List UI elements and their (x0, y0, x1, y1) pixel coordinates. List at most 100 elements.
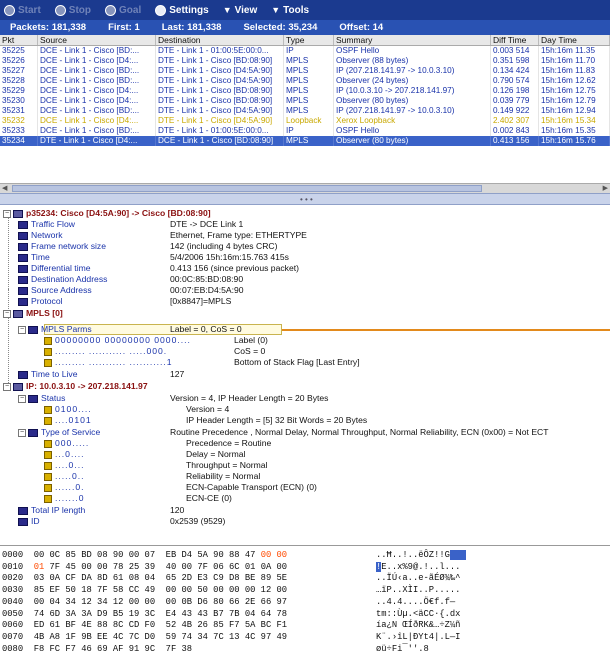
tos-ce-bits[interactable]: .......0 (44, 493, 85, 504)
hex-dump-pane[interactable]: 0000 00 0C 85 BD 08 90 00 07 EB D4 5A 90… (0, 545, 610, 654)
tos-precedence-bits[interactable]: 000..... (44, 438, 89, 449)
id-field[interactable]: ID (18, 516, 40, 527)
column-header[interactable]: Diff Time (491, 35, 539, 45)
column-header[interactable]: Pkt (0, 35, 38, 45)
packet-cell: DTE - Link 1 - Cisco [BD:08:90] (156, 56, 284, 66)
ascii-text: …ïP..XÌI..P..... (376, 585, 461, 596)
packet-row[interactable]: 35234 DTE - Link 1 - Cisco [D4:... DCE - L… (0, 136, 610, 146)
hex-row: 0060 ED 61 BF 4E 88 8C CD F0 52 4B 26 85… (2, 619, 287, 631)
mpls-parms-value: Label = 0, CoS = 0 (170, 324, 242, 334)
mpls-header-node[interactable]: − MPLS [0] (3, 308, 63, 319)
packets-count: Packets: 181,338 (10, 22, 87, 33)
hex-offset: 0000 (2, 550, 24, 560)
collapse-icon[interactable]: − (3, 309, 11, 318)
settings-button[interactable]: Settings (155, 4, 209, 16)
mpls-bits-bos[interactable]: ......... ........... ...........1 (44, 357, 173, 368)
protocol-field[interactable]: Protocol (18, 296, 63, 307)
collapse-icon[interactable]: − (3, 382, 11, 391)
pane-splitter[interactable]: • • • (0, 193, 610, 205)
hex-ascii: !E..x%9@.!..l... (376, 561, 460, 573)
total-length-field[interactable]: Total IP length (18, 505, 85, 516)
goal-icon (105, 4, 117, 16)
tos-throughput-bits[interactable]: ....0... (44, 460, 85, 471)
mpls-bits-cos[interactable]: ......... ........... .....000. (44, 346, 167, 357)
ip-version-bits[interactable]: 0100.... (44, 404, 92, 415)
ttl-field[interactable]: Time to Live (18, 369, 78, 380)
packet-cell: Observer (24 bytes) (334, 76, 491, 86)
tos-reliability-bits[interactable]: .....0.. (44, 471, 85, 482)
packet-row[interactable]: 35233 DCE - Link 1 - Cisco [BD:... DTE - L… (0, 126, 610, 136)
scroll-left-icon[interactable]: ◀ (2, 184, 7, 192)
packet-row[interactable]: 35227 DCE - Link 1 - Cisco [BD:... DTE - L… (0, 66, 610, 76)
tos-ect-bits[interactable]: ......0. (44, 482, 85, 493)
horizontal-scrollbar[interactable]: ◀ ▶ (0, 183, 610, 193)
scroll-right-icon[interactable]: ▶ (603, 184, 608, 192)
ttl-value: 127 (170, 369, 185, 379)
src-address-field[interactable]: Source Address (18, 285, 92, 296)
tos-field[interactable]: − Type of Service (18, 427, 100, 438)
bitfield-icon (44, 336, 52, 345)
packet-cell: DCE - Link 1 - Cisco [BD:... (38, 106, 156, 116)
packet-header-node[interactable]: − p35234: Cisco [D4:5A:90] -> Cisco [BD:0… (3, 208, 211, 219)
start-icon (4, 4, 15, 16)
scrollbar-thumb[interactable] (12, 185, 482, 192)
ip-header-node[interactable]: − IP: 10.0.3.10 -> 207.218.141.97 (3, 381, 148, 392)
hex-bytes: 85 EF 50 18 7F 58 CC 49 00 00 50 00 00 0… (33, 585, 288, 596)
packet-cell: 15h:16m 15.76 (539, 136, 610, 146)
packet-cell: DTE - Link 1 - Cisco [BD:08:90] (156, 86, 284, 96)
goal-button[interactable]: Goal (105, 4, 141, 16)
traffic-flow-field[interactable]: Traffic Flow (18, 219, 75, 230)
time-field[interactable]: Time (18, 252, 50, 263)
collapse-icon[interactable]: − (18, 428, 26, 437)
field-icon (18, 286, 28, 295)
hex-offset: 0020 (2, 573, 24, 584)
packet-row[interactable]: 35225 DCE - Link 1 - Cisco [BD:... DTE - L… (0, 46, 610, 56)
packet-cell: IP (10.0.3.10 -> 207.218.141.97) (334, 86, 491, 96)
collapse-icon[interactable]: − (3, 209, 11, 218)
protocol-value: [0x8847]=MPLS (170, 296, 232, 306)
diff-time-field[interactable]: Differential time (18, 263, 91, 274)
stop-button[interactable]: Stop (54, 4, 91, 16)
mpls-parms-field[interactable]: − MPLS Parms (18, 324, 92, 335)
packet-cell: 0.790 574 (491, 76, 539, 86)
frame-size-field[interactable]: Frame network size (18, 241, 106, 252)
column-header[interactable]: Source (38, 35, 156, 45)
hex-bytes: F8 FC F7 46 69 AF 91 9C 7F 38 (33, 643, 193, 654)
packet-row[interactable]: 35232 DCE - Link 1 - Cisco [D4:... DTE - L… (0, 116, 610, 126)
protocol-icon (13, 382, 23, 391)
hex-offset: 0080 (2, 643, 24, 654)
packet-row[interactable]: 35231 DCE - Link 1 - Cisco [BD:... DTE - L… (0, 106, 610, 116)
packet-row[interactable]: 35229 DCE - Link 1 - Cisco [D4:... DTE - L… (0, 86, 610, 96)
collapse-icon[interactable]: − (18, 394, 26, 403)
bitfield-icon (44, 347, 52, 356)
hex-bytes: 4B A8 1F 9B EE 4C 7C D0 59 74 34 7C 13 4… (33, 631, 288, 642)
tos-delay-bits[interactable]: ...0.... (44, 449, 85, 460)
packet-cell: MPLS (284, 56, 334, 66)
tos-reliability-value: Reliability = Normal (186, 471, 261, 481)
packet-row[interactable]: 35230 DCE - Link 1 - Cisco [D4:... DTE - L… (0, 96, 610, 106)
tools-menu[interactable]: ▼ Tools (271, 5, 309, 16)
dest-address-value: 00:0C:85:BD:08:90 (170, 274, 244, 284)
ip-status-field[interactable]: − Status (18, 393, 65, 404)
mpls-bits-label[interactable]: 00000000 00000000 0000.... (44, 335, 191, 346)
ip-hlen-bits[interactable]: ....0101 (44, 415, 92, 426)
network-field[interactable]: Network (18, 230, 63, 241)
packet-list: Pkt Source Destination Type Summary Diff… (0, 35, 610, 183)
frame-size-value: 142 (including 4 bytes CRC) (170, 241, 278, 251)
column-header[interactable]: Day Time (539, 35, 610, 45)
column-header[interactable]: Type (284, 35, 334, 45)
column-header[interactable]: Destination (156, 35, 284, 45)
ip-status-value: Version = 4, IP Header Length = 20 Bytes (170, 393, 329, 403)
start-button[interactable]: Start (4, 4, 41, 16)
network-value: Ethernet, Frame type: ETHERTYPE (170, 230, 307, 240)
packet-cell: Xerox Loopback (334, 116, 491, 126)
view-menu[interactable]: ▼ View (223, 5, 258, 16)
packet-row[interactable]: 35228 DCE - Link 1 - Cisco [BD:... DTE - L… (0, 76, 610, 86)
dest-address-field[interactable]: Destination Address (18, 274, 107, 285)
packet-row[interactable]: 35226 DCE - Link 1 - Cisco [D4:... DTE - L… (0, 56, 610, 66)
total-length-value: 120 (170, 505, 185, 515)
collapse-icon[interactable]: − (18, 325, 26, 334)
packet-cell: 35232 (0, 116, 38, 126)
column-header[interactable]: Summary (334, 35, 491, 45)
packet-cell: 35225 (0, 46, 38, 56)
